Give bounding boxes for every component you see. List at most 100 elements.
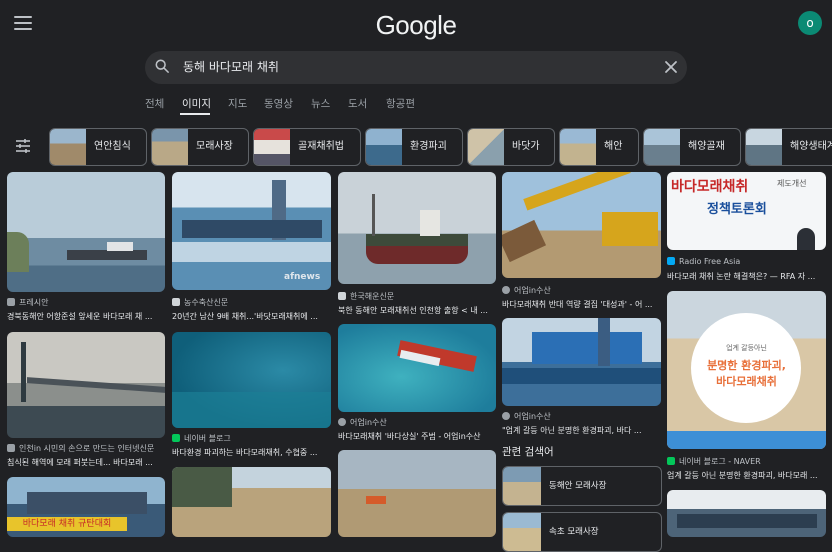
chip-label: 해양골재 [688, 141, 725, 152]
result-image-banner-small: 제도개선 [777, 179, 807, 188]
chip-aggregate-law[interactable]: 골재채취법 [253, 128, 361, 166]
result-image-poster-small: 업계 갈등아닌 [726, 344, 767, 352]
result-image[interactable] [338, 324, 496, 412]
related-search-item[interactable]: 동해안 모래사장 [502, 466, 662, 506]
search-input[interactable]: 동해 바다모래 채취 [183, 51, 279, 84]
favicon [667, 457, 675, 465]
result-image[interactable] [338, 450, 496, 537]
tab-videos[interactable]: 동영상 [264, 96, 293, 111]
chip-coast[interactable]: 해안 [559, 128, 639, 166]
result-source: 인천in 시민의 손으로 만드는 인터넷신문 [19, 444, 155, 453]
favicon [338, 418, 346, 426]
chip-label: 환경파괴 [410, 141, 447, 152]
result-caption[interactable]: 바다환경 파괴하는 바다모래채취, 수협중 ... [172, 447, 330, 458]
chip-marine-aggregate[interactable]: 해양골재 [643, 128, 741, 166]
chip-label: 연안침식 [94, 141, 131, 152]
favicon [172, 298, 180, 306]
related-search-item[interactable]: 속초 모래사장 [502, 512, 662, 552]
result-image-watermark: afnews [284, 272, 321, 282]
result-image[interactable]: 바다모래채취 제도개선 정책토론회 [667, 172, 826, 250]
tab-all[interactable]: 전체 [145, 96, 164, 111]
chip-thumbnail [560, 129, 596, 165]
chip-thumbnail [746, 129, 782, 165]
result-image[interactable]: afnews [172, 172, 331, 290]
clear-icon[interactable] [663, 59, 679, 75]
chip-environmental-damage[interactable]: 환경파괴 [365, 128, 463, 166]
result-source: 프레시안 [19, 298, 49, 307]
chip-thumbnail [644, 129, 680, 165]
result-caption[interactable]: 바다모래채취 '바다상실' 주범 - 어업in수산 [338, 431, 496, 442]
chip-thumbnail [254, 129, 290, 165]
tab-news[interactable]: 뉴스 [311, 96, 330, 111]
chip-thumbnail [468, 129, 504, 165]
chip-label: 모래사장 [196, 141, 233, 152]
chip-label: 해양생태계 [790, 141, 832, 152]
tab-maps[interactable]: 지도 [228, 96, 247, 111]
result-image-banner-title: 바다모래채취 [671, 179, 749, 195]
related-search-label: 동해안 모래사장 [549, 481, 607, 491]
result-caption[interactable]: 업계 갈등 아닌 분명한 환경파괴, 바다모래 ... [667, 470, 825, 481]
chip-seaside[interactable]: 바닷가 [467, 128, 555, 166]
favicon [338, 292, 346, 300]
chip-coastal-erosion[interactable]: 연안침식 [49, 128, 147, 166]
chip-thumbnail [152, 129, 188, 165]
search-icon[interactable] [155, 59, 169, 73]
chip-label: 골재채취법 [298, 141, 344, 152]
result-image[interactable] [172, 332, 331, 428]
result-source: 농수축산신문 [184, 298, 229, 307]
result-image-sign: 바다모래 채취 규탄대회 [7, 517, 127, 531]
result-source: 한국해운신문 [350, 292, 395, 301]
result-source: 네이버 블로그 [184, 434, 231, 443]
google-logo[interactable]: Google [376, 10, 457, 40]
search-bar[interactable]: 동해 바다모래 채취 [145, 51, 687, 84]
result-caption[interactable]: "업계 갈등 아닌 분명한 환경파괴, 바다 ... [502, 425, 660, 436]
favicon [7, 444, 15, 452]
result-image[interactable] [667, 490, 826, 537]
chip-marine-ecosystem[interactable]: 해양생태계 [745, 128, 832, 166]
result-image[interactable] [502, 172, 661, 278]
result-source: 어업in수산 [514, 286, 551, 295]
result-image[interactable] [7, 172, 165, 292]
favicon [172, 434, 180, 442]
favicon [502, 412, 510, 420]
result-source: 네이버 블로그 - NAVER [679, 457, 761, 466]
result-caption[interactable]: 20년간 남산 9배 채취...'바닷모래채취에 ... [172, 311, 330, 322]
result-source: Radio Free Asia [679, 257, 741, 266]
tab-flights[interactable]: 항공편 [386, 96, 415, 111]
account-avatar[interactable]: o [798, 11, 822, 35]
tab-books[interactable]: 도서 [348, 96, 367, 111]
main-menu-icon[interactable] [14, 16, 32, 30]
result-caption[interactable]: 바다모래 채취 논란 해결책은? — RFA 자 ... [667, 271, 825, 282]
result-image-banner-subtitle: 정책토론회 [707, 202, 767, 217]
result-image[interactable] [338, 172, 496, 284]
result-image[interactable] [172, 467, 331, 537]
favicon [502, 286, 510, 294]
result-caption[interactable]: 바다모래채취 반대 역량 결집 '대성과' - 어 ... [502, 299, 660, 310]
related-thumbnail [503, 513, 541, 551]
filter-icon[interactable] [14, 137, 32, 155]
related-search-label: 속초 모래사장 [549, 527, 599, 537]
result-image[interactable] [7, 332, 165, 438]
result-image-poster-line2: 바다모래채취 [716, 375, 777, 388]
search-tabs: 전체 이미지 지도 동영상 뉴스 도서 항공편 [0, 96, 832, 115]
result-source: 어업in수산 [514, 412, 551, 421]
favicon [667, 257, 675, 265]
result-source: 어업in수산 [350, 418, 387, 427]
result-image[interactable] [502, 318, 661, 406]
chip-thumbnail [366, 129, 402, 165]
related-searches-heading: 관련 검색어 [502, 446, 554, 458]
result-image-poster-line1: 분명한 환경파괴, [707, 359, 786, 372]
active-tab-indicator [180, 113, 210, 115]
result-caption[interactable]: 경북동해안 어항준설 앞세운 바다모래 채 ... [7, 311, 165, 322]
chip-label: 바닷가 [512, 141, 540, 152]
result-image[interactable]: 바다모래 채취 규탄대회 [7, 477, 165, 537]
chip-label: 해안 [604, 141, 623, 152]
chip-sandy-beach[interactable]: 모래사장 [151, 128, 249, 166]
tab-images[interactable]: 이미지 [182, 96, 211, 111]
result-caption[interactable]: 침식된 해역에 모래 퍼붓는데... 바다모래 ... [7, 457, 165, 468]
chip-thumbnail [50, 129, 86, 165]
result-caption[interactable]: 북한 동해안 모래채취선 인천항 출항 < 내 ... [338, 305, 496, 316]
favicon [7, 298, 15, 306]
result-image[interactable]: 업계 갈등아닌 분명한 환경파괴, 바다모래채취 [667, 291, 826, 449]
related-thumbnail [503, 467, 541, 505]
